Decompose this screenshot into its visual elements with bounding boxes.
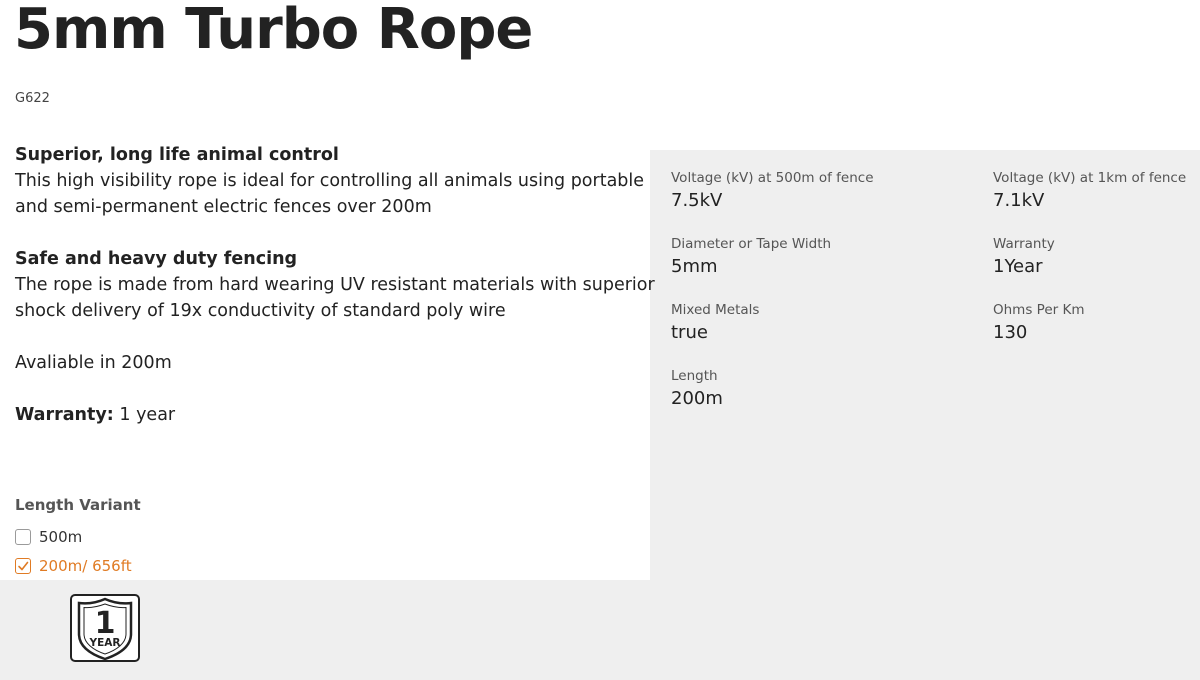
warranty-label: Warranty: xyxy=(15,405,114,425)
checkmark-icon xyxy=(18,561,29,570)
spec-value: 7.5kV xyxy=(671,190,723,211)
spec-value: 5mm xyxy=(671,256,718,277)
section-heading: Safe and heavy duty fencing xyxy=(15,249,298,269)
badge-text: YEAR xyxy=(89,637,121,649)
product-description: Superior, long life animal control This … xyxy=(15,142,655,454)
spec-value: 7.1kV xyxy=(993,190,1045,211)
spec-voltage-500m: Voltage (kV) at 500m of fence 7.5kV xyxy=(671,168,993,234)
description-section-1: Superior, long life animal control This … xyxy=(15,142,655,220)
spec-diameter: Diameter or Tape Width 5mm xyxy=(671,234,993,300)
spec-ohms-per-km: Ohms Per Km 130 xyxy=(993,300,1191,366)
spec-label: Warranty xyxy=(993,236,1055,252)
badge-number: 1 xyxy=(95,606,116,641)
warranty-line: Warranty: 1 year xyxy=(15,402,655,428)
spec-voltage-1km: Voltage (kV) at 1km of fence 7.1kV xyxy=(993,168,1191,234)
spec-label: Length xyxy=(671,368,718,384)
spec-mixed-metals: Mixed Metals true xyxy=(671,300,993,366)
warranty-value: 1 year xyxy=(119,405,176,425)
variant-option-500m[interactable]: 500m xyxy=(15,522,141,551)
warranty-badge-icon: 1 YEAR xyxy=(70,594,140,662)
description-section-2: Safe and heavy duty fencing The rope is … xyxy=(15,246,655,324)
option-label: 500m xyxy=(39,527,83,546)
availability-text: Avaliable in 200m xyxy=(15,353,172,373)
spec-value: 1Year xyxy=(993,256,1043,277)
product-title: 5mm Turbo Rope xyxy=(14,0,533,62)
checkbox-checked[interactable] xyxy=(15,557,31,574)
checkbox[interactable] xyxy=(15,528,31,545)
spec-warranty: Warranty 1Year xyxy=(993,234,1191,300)
section-heading: Superior, long life animal control xyxy=(15,145,339,165)
spec-label: Voltage (kV) at 500m of fence xyxy=(671,170,874,186)
spec-label: Mixed Metals xyxy=(671,302,760,318)
product-sku: G622 xyxy=(15,91,50,106)
specifications-grid: Voltage (kV) at 500m of fence 7.5kV Volt… xyxy=(671,168,1191,432)
spec-length: Length 200m xyxy=(671,366,993,432)
spec-value: 200m xyxy=(671,388,723,409)
variant-label: Length Variant xyxy=(15,496,141,514)
spec-value: true xyxy=(671,322,708,343)
length-variant-selector: Length Variant 500m 200m/ 656ft xyxy=(15,496,141,580)
spec-label: Diameter or Tape Width xyxy=(671,236,832,252)
section-text: This high visibility rope is ideal for c… xyxy=(15,171,645,217)
variant-option-200m[interactable]: 200m/ 656ft xyxy=(15,551,141,580)
spec-label: Ohms Per Km xyxy=(993,302,1085,318)
spec-label: Voltage (kV) at 1km of fence xyxy=(993,170,1187,186)
spec-value: 130 xyxy=(993,322,1028,343)
section-text: The rope is made from hard wearing UV re… xyxy=(15,275,655,321)
option-label: 200m/ 656ft xyxy=(39,556,132,575)
